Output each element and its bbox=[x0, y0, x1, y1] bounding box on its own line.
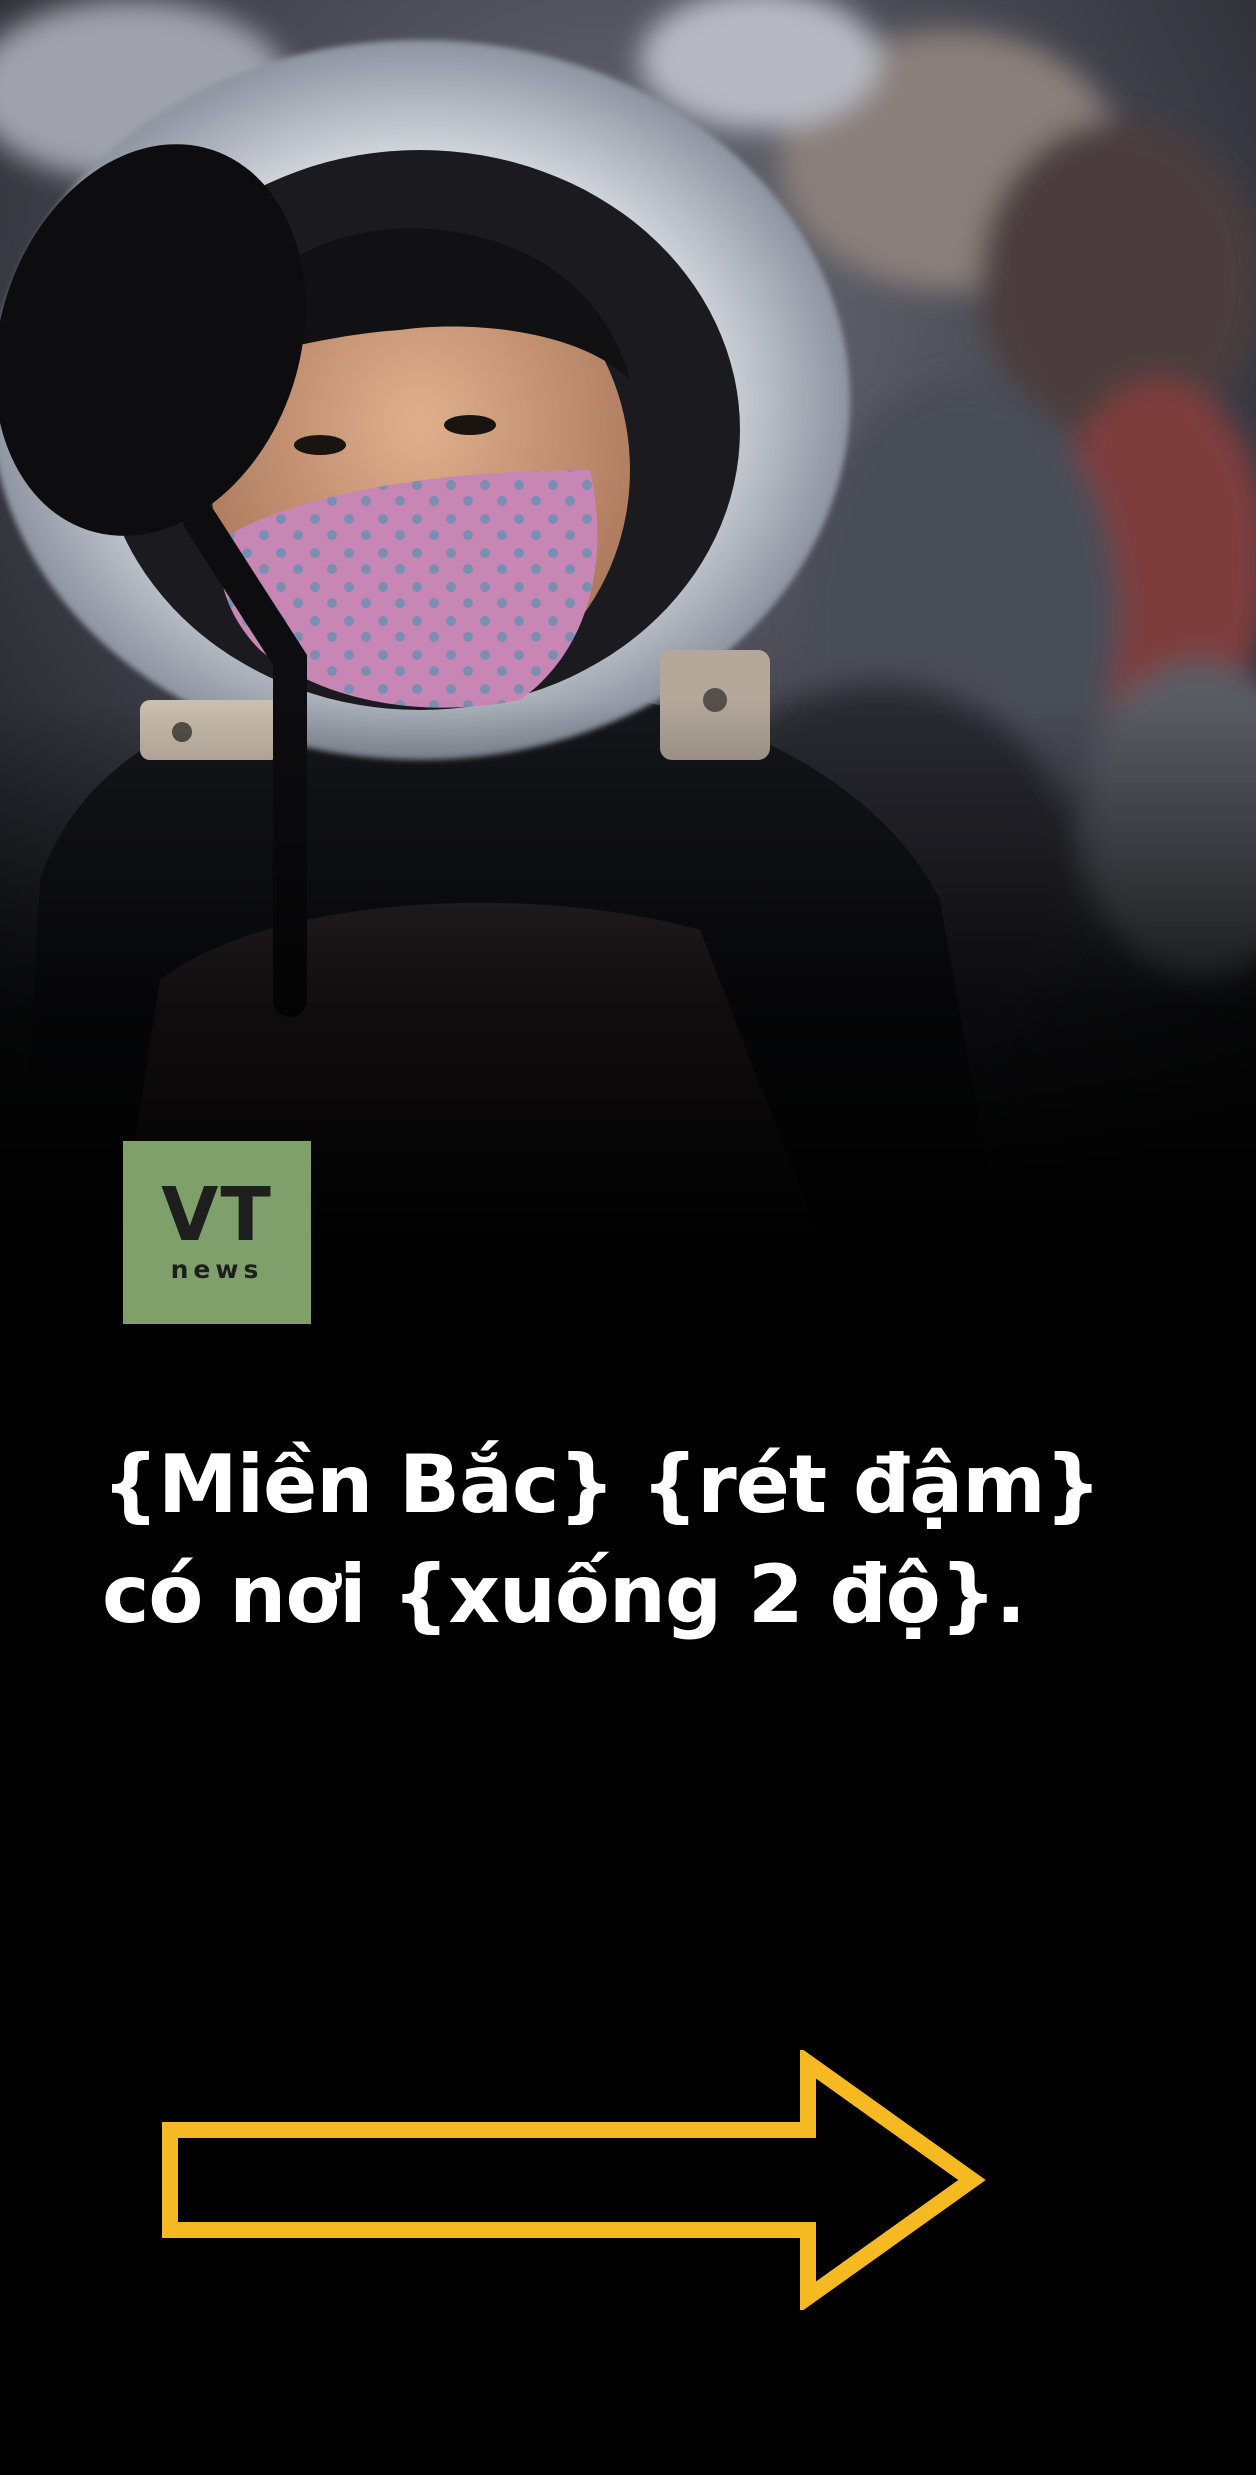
logo-sub-text: news bbox=[170, 1255, 264, 1284]
cover-photo bbox=[0, 0, 1256, 1240]
story-slide: VT news {Miền Bắc} {rét đậm} có nơi {xuố… bbox=[0, 0, 1256, 2475]
headline-line-2: có nơi {xuống 2 độ}. bbox=[102, 1548, 1026, 1641]
right-arrow-icon[interactable] bbox=[160, 2047, 1000, 2313]
headline: {Miền Bắc} {rét đậm} có nơi {xuống 2 độ}… bbox=[102, 1430, 1182, 1650]
logo-main-text: VT bbox=[161, 1172, 273, 1258]
headline-line-1: {Miền Bắc} {rét đậm} bbox=[102, 1438, 1102, 1531]
vtc-news-logo: VT news bbox=[123, 1141, 311, 1324]
